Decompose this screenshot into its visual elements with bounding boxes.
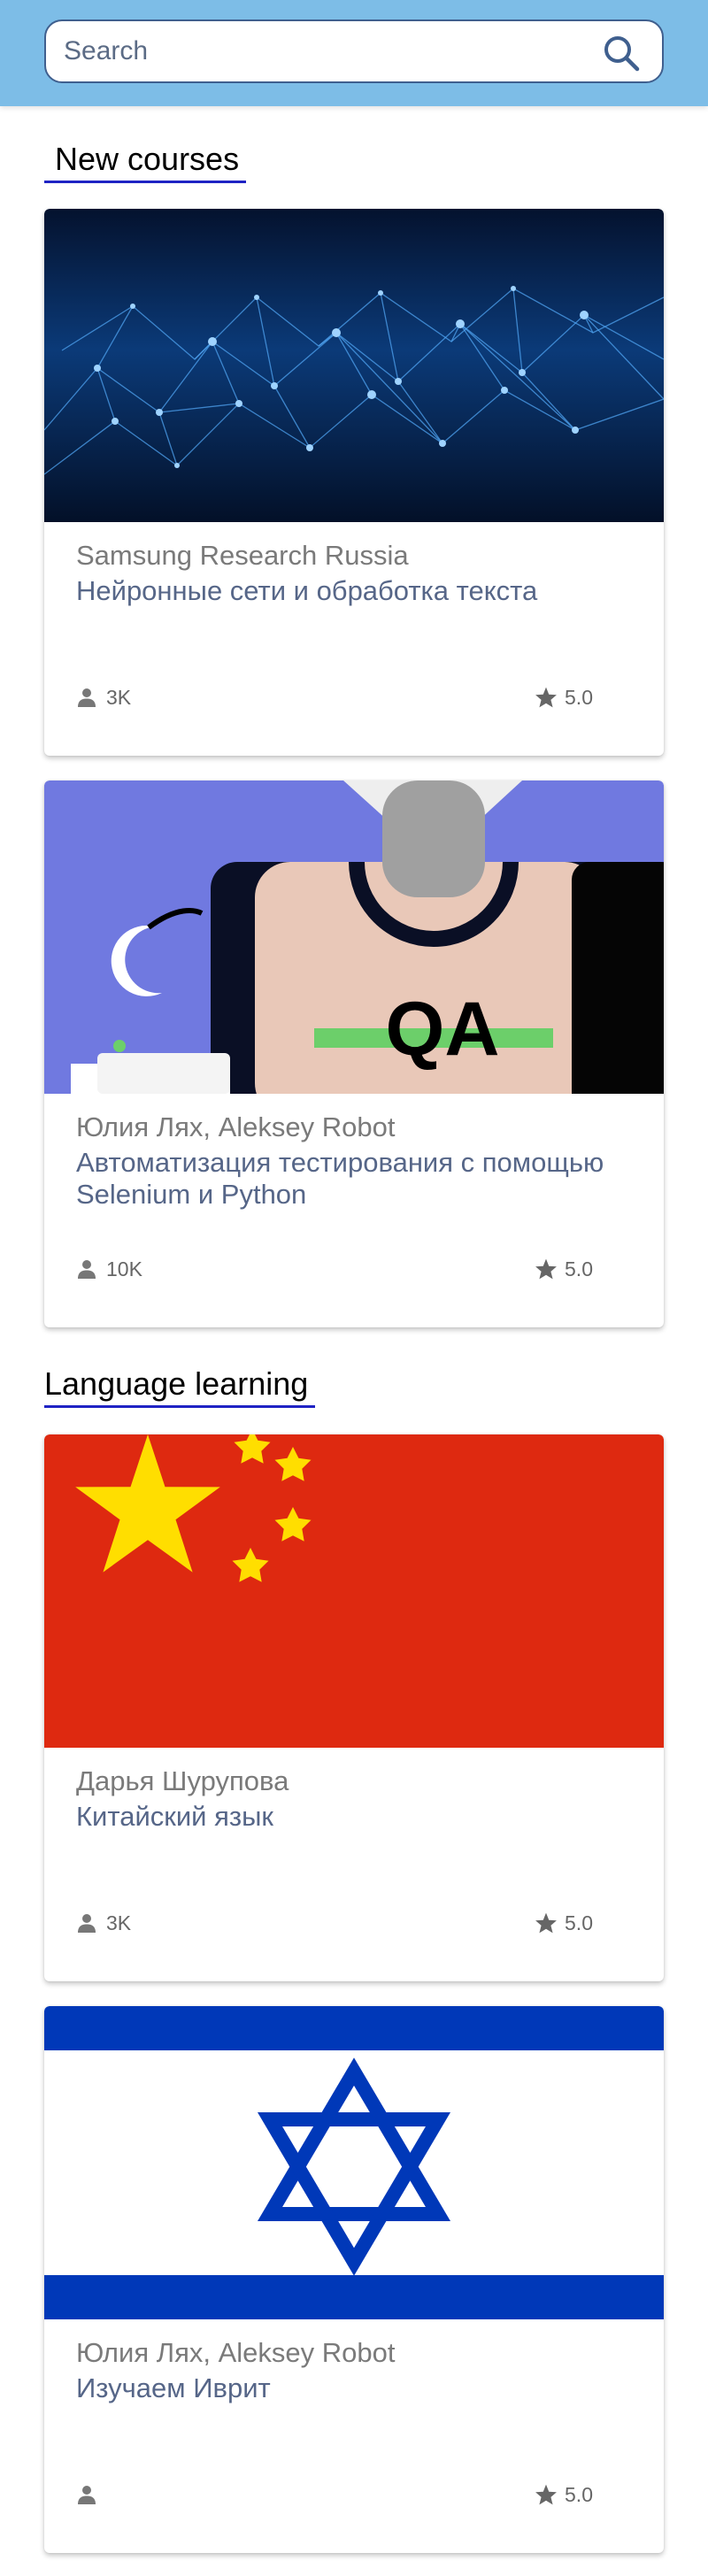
section-title-language-learning[interactable]: Language learning: [44, 1366, 316, 1408]
rating-value: 5.0: [565, 2482, 593, 2506]
rating-value: 5.0: [565, 1257, 593, 1280]
course-title[interactable]: Изучаем Иврит: [76, 2372, 634, 2404]
course-author: Samsung Research Russia: [76, 540, 409, 571]
learners-count-value: 3K: [106, 685, 132, 709]
user-icon: [78, 688, 96, 707]
user-icon: [78, 1914, 96, 1933]
learners-count-value: 10K: [106, 1257, 142, 1280]
course-title[interactable]: Китайский язык: [76, 1801, 634, 1833]
section-title-new-courses[interactable]: New courses: [44, 142, 247, 183]
course-card[interactable]: Samsung Research Russia Нейронные сети и…: [44, 209, 664, 756]
course-cover-image: [44, 1434, 664, 1748]
course-author: Юлия Лях, Aleksey Robot: [76, 2337, 396, 2368]
course-cover-image: [44, 209, 664, 522]
learners-count: 10K: [76, 1253, 142, 1285]
course-card[interactable]: QA Юлия Лях, Aleksey Robot Автоматизация…: [44, 780, 664, 1327]
learners-count: 3K: [76, 1907, 131, 1939]
search-input[interactable]: [64, 21, 595, 81]
course-card[interactable]: Дарья Шурупова Китайский язык 3K 5.0: [44, 1434, 664, 1981]
user-icon: [78, 2486, 96, 2504]
qa-cover-text: QA: [386, 987, 500, 1072]
star-icon: [535, 687, 557, 708]
course-author: Юлия Лях, Aleksey Robot: [76, 1111, 396, 1142]
learners-count: [76, 2479, 106, 2511]
user-icon: [78, 1260, 96, 1279]
top-bar: [0, 0, 708, 106]
neural-network-image: [44, 209, 664, 522]
course-title[interactable]: Автоматизация тестирования с помощью Sel…: [76, 1147, 634, 1211]
course-cover-image: [44, 2006, 664, 2319]
course-rating: 5.0: [535, 2479, 593, 2511]
israel-flag: [44, 2006, 664, 2319]
search-box[interactable]: [44, 19, 664, 83]
china-flag: [44, 1434, 664, 1748]
learners-count: 3K: [76, 681, 131, 713]
course-rating: 5.0: [535, 1907, 593, 1939]
rating-value: 5.0: [565, 1911, 593, 1934]
course-rating: 5.0: [535, 681, 593, 713]
star-icon: [535, 2484, 557, 2505]
learners-count-value: 3K: [106, 1911, 132, 1934]
rating-value: 5.0: [565, 685, 593, 709]
course-rating: 5.0: [535, 1253, 593, 1285]
course-title[interactable]: Нейронные сети и обработка текста: [76, 575, 634, 607]
course-cover-image: QA: [44, 780, 664, 1094]
qa-illustration: QA: [44, 780, 664, 1094]
star-icon: [535, 1258, 557, 1280]
search-icon[interactable]: [602, 34, 641, 73]
star-icon: [535, 1912, 557, 1934]
course-card[interactable]: Юлия Лях, Aleksey Robot Изучаем Иврит 5.…: [44, 2006, 664, 2553]
course-author: Дарья Шурупова: [76, 1765, 289, 1796]
